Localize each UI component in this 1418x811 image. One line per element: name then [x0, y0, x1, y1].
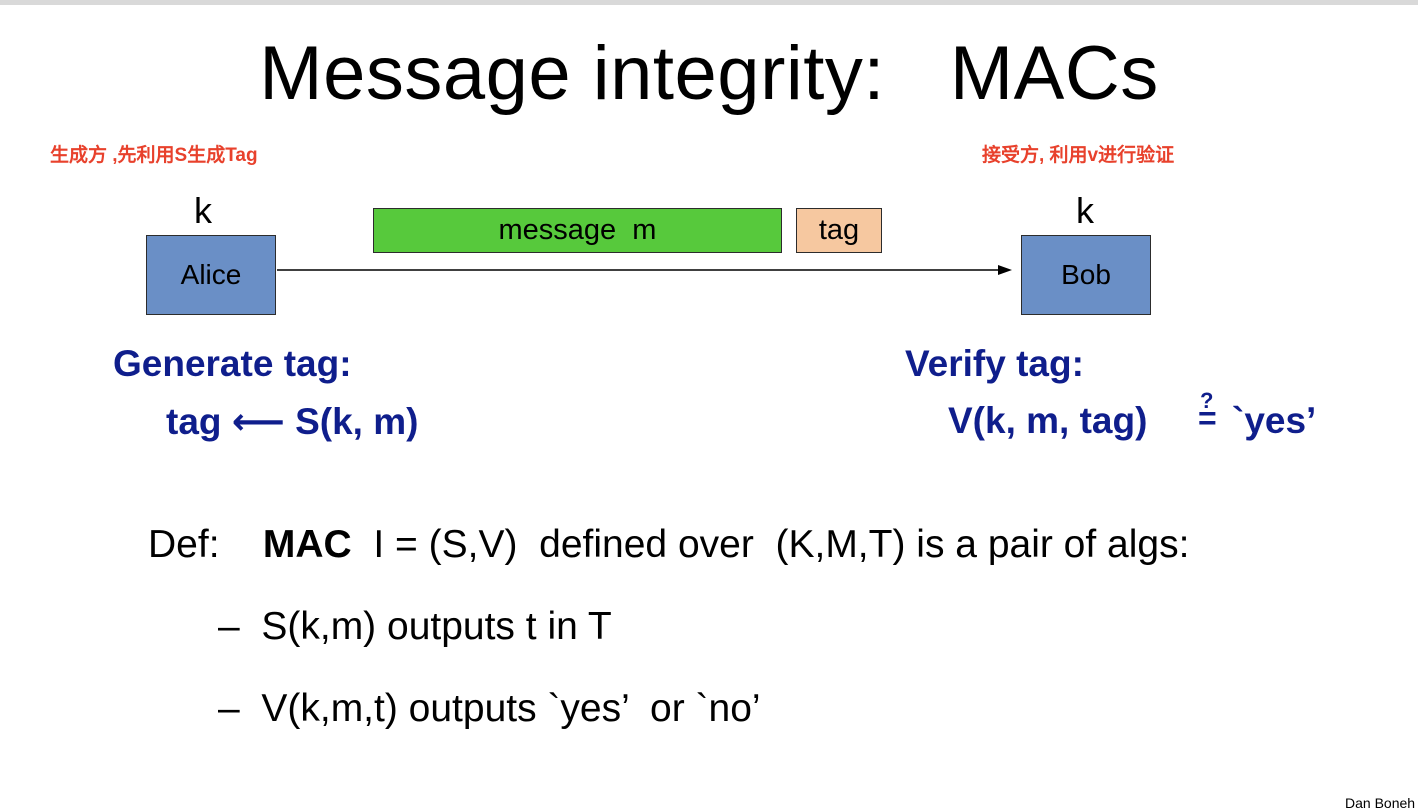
definition-line: Def: MAC I = (S,V) defined over (K,M,T) … — [148, 523, 1189, 567]
top-border — [0, 0, 1418, 5]
verify-tag-formula: V(k, m, tag) — [948, 400, 1148, 441]
definition-prefix: Def: — [148, 523, 263, 566]
definition-rest: I = (S,V) defined over (K,M,T) is a pair… — [351, 523, 1190, 566]
author-credit: Dan Boneh — [1345, 795, 1416, 811]
alice-label: Alice — [180, 259, 242, 290]
bullet-verify: – V(k,m,t) outputs `yes’ or `no’ — [218, 687, 761, 730]
definition-mac-term: MAC — [262, 523, 352, 566]
equals-sign: = — [1198, 400, 1217, 436]
bob-box: Bob — [1021, 235, 1151, 315]
verify-tag-result: `yes’ — [1232, 400, 1317, 441]
transmission-arrow — [277, 265, 1012, 275]
alice-key-label: k — [194, 190, 212, 231]
message-box: message m — [373, 208, 782, 253]
bob-label: Bob — [1061, 259, 1111, 290]
verify-tag-heading: Verify tag: — [905, 343, 1084, 384]
generate-tag-formula: tag ⟵ S(k, m) — [166, 401, 419, 442]
tag-label: tag — [818, 214, 860, 246]
slide-title: Message integrity: MACs — [259, 31, 1159, 116]
generate-tag-heading: Generate tag: — [113, 343, 352, 384]
question-equals-symbol: ? = — [1198, 388, 1220, 436]
bob-key-label: k — [1076, 190, 1094, 231]
bullet-sign: – S(k,m) outputs t in T — [218, 605, 612, 648]
message-label: message m — [498, 214, 657, 246]
alice-box: Alice — [146, 235, 276, 315]
sender-note: 生成方 ,先利用S生成Tag — [50, 145, 258, 166]
tag-box: tag — [796, 208, 882, 253]
receiver-note: 接受方, 利用v进行验证 — [982, 145, 1175, 166]
